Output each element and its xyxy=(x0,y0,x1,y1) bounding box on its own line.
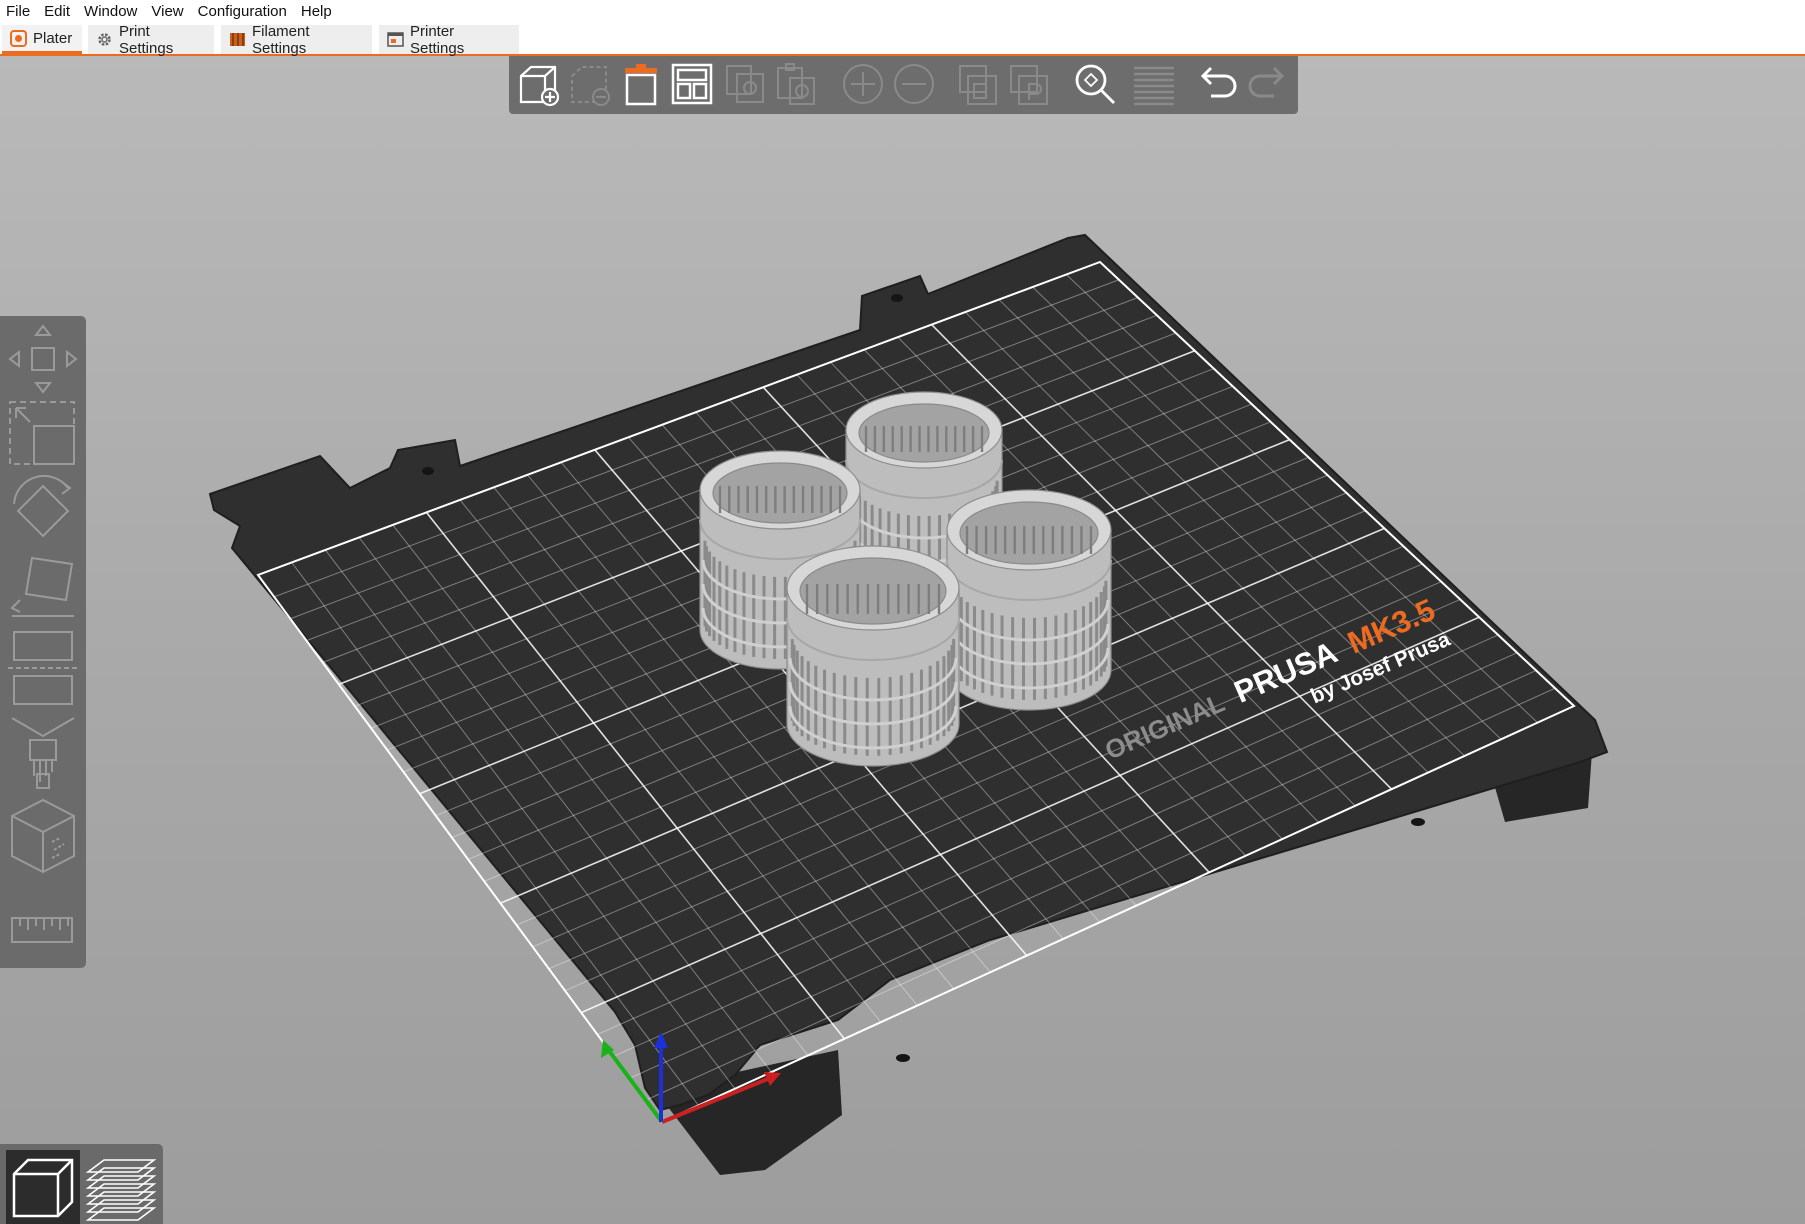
seam-painting-button[interactable] xyxy=(6,794,80,880)
remove-instance-icon xyxy=(894,64,934,104)
cut-button[interactable] xyxy=(6,626,80,710)
move-button[interactable] xyxy=(6,322,80,396)
top-toolbar xyxy=(509,56,1298,114)
tab-filament-settings-label: Filament Settings xyxy=(252,22,310,57)
rotate-button[interactable] xyxy=(6,474,80,548)
paint-supports-button[interactable] xyxy=(6,712,80,792)
split-parts-icon xyxy=(1010,65,1048,105)
menu-edit[interactable]: Edit xyxy=(37,3,77,20)
add-instance-icon xyxy=(843,64,883,104)
plater-icon xyxy=(10,29,27,47)
menu-help[interactable]: Help xyxy=(294,3,339,20)
cut-icon xyxy=(8,631,78,705)
place-on-face-button[interactable] xyxy=(6,550,80,624)
trash-icon xyxy=(625,64,657,106)
measure-icon xyxy=(11,917,73,943)
tab-printer-settings-label: Printer Settings xyxy=(410,22,465,57)
view-mode-toggle xyxy=(0,1144,163,1224)
scene-canvas[interactable]: ORIGINAL PRUSA MK3.5 by Josef Prusa xyxy=(0,56,1805,1224)
add-instance-button[interactable] xyxy=(839,60,887,108)
scale-button[interactable] xyxy=(6,398,80,472)
menu-configuration[interactable]: Configuration xyxy=(191,3,294,20)
tab-print-settings-label: Print Settings xyxy=(119,22,174,57)
redo-button[interactable] xyxy=(1244,60,1292,108)
layers-editing-button[interactable] xyxy=(1130,60,1178,108)
delete-object-icon xyxy=(571,66,610,106)
layers-editing-icon xyxy=(1134,66,1174,106)
delete-all-button[interactable] xyxy=(617,60,665,108)
paste-icon xyxy=(777,63,815,105)
basket-object[interactable] xyxy=(786,545,960,767)
basket-object[interactable] xyxy=(946,489,1112,711)
menu-bar: File Edit Window View Configuration Help xyxy=(0,0,1805,23)
search-button[interactable] xyxy=(1071,60,1119,108)
split-parts-button[interactable] xyxy=(1005,60,1053,108)
3d-view-button[interactable] xyxy=(6,1150,80,1224)
arrange-button[interactable] xyxy=(668,60,716,108)
basket-opening xyxy=(712,462,848,524)
redo-icon xyxy=(1248,66,1285,98)
paint-supports-icon xyxy=(11,717,75,789)
left-toolbar xyxy=(0,316,86,968)
printer-settings-icon xyxy=(387,31,404,48)
remove-instance-button[interactable] xyxy=(890,60,938,108)
paste-button[interactable] xyxy=(772,60,820,108)
basket-opening xyxy=(959,501,1099,565)
filament-spool-icon xyxy=(229,31,246,48)
tab-print-settings[interactable]: Print Settings xyxy=(88,22,214,57)
seam-painting-icon xyxy=(11,798,75,874)
tab-bar: Plater Print Settings Filament Settings … xyxy=(0,22,1805,57)
search-icon xyxy=(1075,64,1115,104)
tab-printer-settings[interactable]: Printer Settings xyxy=(379,22,519,57)
undo-button[interactable] xyxy=(1193,60,1241,108)
menu-window[interactable]: Window xyxy=(77,3,144,20)
menu-file[interactable]: File xyxy=(0,3,37,20)
cube-view-icon xyxy=(6,1150,80,1224)
basket-opening xyxy=(799,557,947,625)
3d-viewport[interactable]: ORIGINAL PRUSA MK3.5 by Josef Prusa xyxy=(0,56,1805,1224)
basket-opening xyxy=(858,403,990,463)
add-object-icon xyxy=(519,65,560,107)
place-on-face-icon xyxy=(10,556,74,617)
tab-plater[interactable]: Plater xyxy=(2,25,82,54)
tab-filament-settings[interactable]: Filament Settings xyxy=(221,22,372,57)
split-objects-icon xyxy=(959,65,997,105)
copy-button[interactable] xyxy=(721,60,769,108)
move-icon xyxy=(8,324,78,394)
arrange-icon xyxy=(671,63,713,105)
delete-object-button[interactable] xyxy=(566,60,614,108)
undo-icon xyxy=(1200,66,1237,98)
layers-preview-icon xyxy=(85,1159,157,1221)
preview-button[interactable] xyxy=(84,1150,158,1224)
menu-view[interactable]: View xyxy=(144,3,190,20)
scale-icon xyxy=(9,401,75,465)
tab-plater-label: Plater xyxy=(33,29,73,47)
add-object-button[interactable] xyxy=(515,60,563,108)
print-settings-gear-icon xyxy=(96,31,113,48)
copy-icon xyxy=(726,65,764,103)
split-objects-button[interactable] xyxy=(954,60,1002,108)
rotate-icon xyxy=(13,474,72,538)
measure-button[interactable] xyxy=(6,900,80,960)
